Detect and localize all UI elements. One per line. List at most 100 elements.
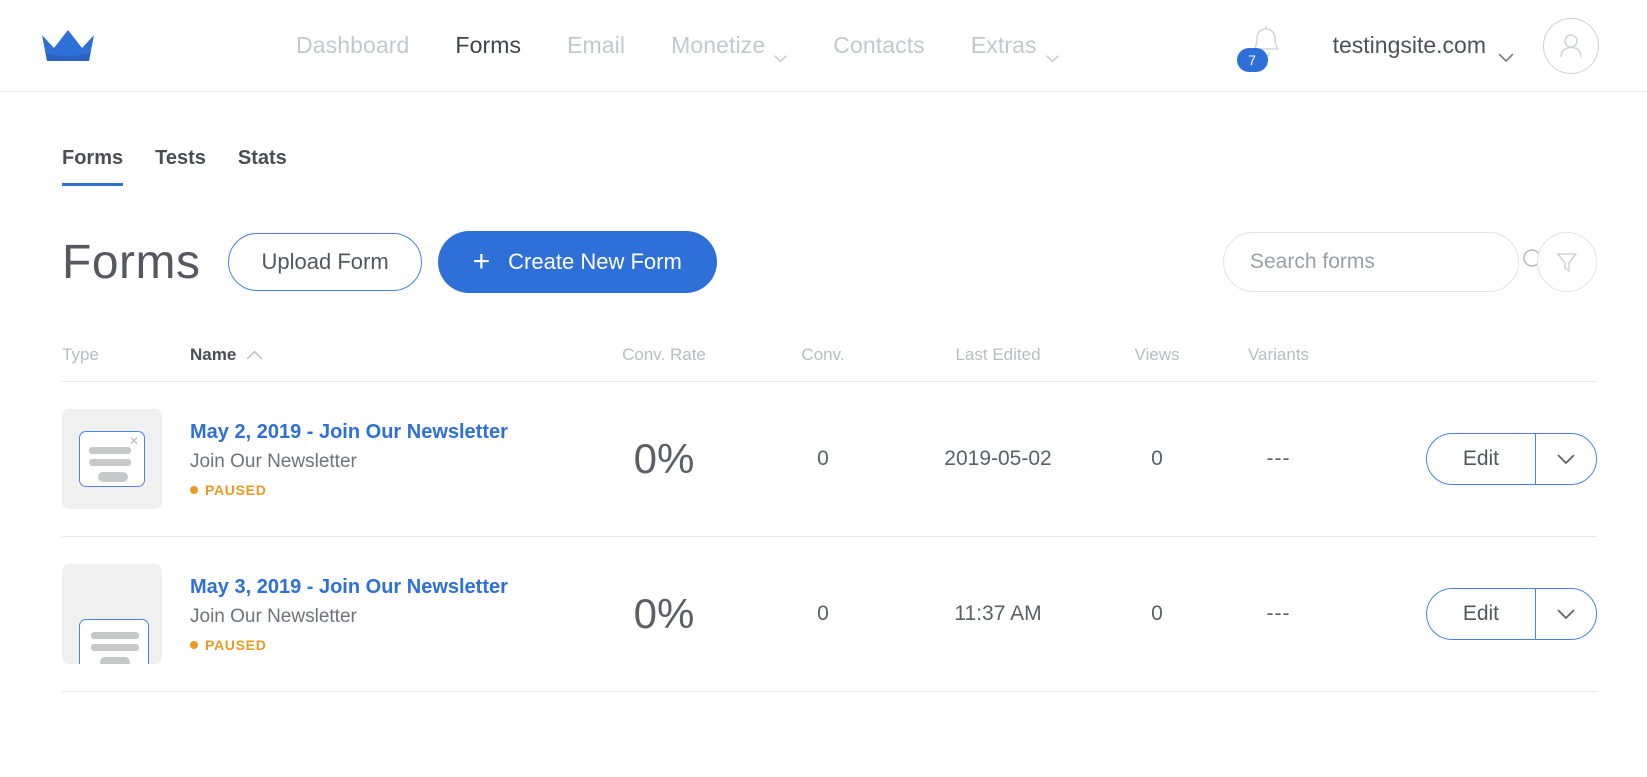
header-actions: 7 testingsite.com [1236, 17, 1599, 74]
views-cell: 0 [1151, 602, 1163, 625]
thumbnail-card [79, 619, 149, 664]
tab-label: Stats [237, 147, 287, 169]
edit-dropdown-button[interactable] [1535, 433, 1597, 485]
column-header-conv[interactable]: Conv. [748, 345, 898, 365]
nav-label: Forms [455, 32, 522, 58]
last-edited-cell: 2019-05-02 [944, 447, 1052, 470]
page-title: Forms [62, 235, 201, 289]
edit-split-button: Edit [1425, 433, 1597, 485]
user-icon [1560, 33, 1582, 57]
form-subtitle: Join Our Newsletter [190, 450, 357, 472]
crown-logo-icon[interactable] [40, 26, 96, 66]
nav-item-dashboard[interactable]: Dashboard [296, 32, 409, 59]
chevron-down-icon [774, 42, 787, 62]
column-header-type[interactable]: Type [62, 345, 190, 365]
thumbnail-line [89, 459, 131, 466]
search-input[interactable] [1250, 250, 1521, 274]
variants-cell: --- [1266, 447, 1291, 470]
chevron-down-icon [1045, 42, 1059, 62]
upload-form-button[interactable]: Upload Form [228, 233, 422, 291]
edit-button[interactable]: Edit [1425, 433, 1535, 485]
nav-label: Monetize [671, 32, 766, 58]
conv-cell: 0 [817, 602, 829, 625]
close-icon: ✕ [128, 434, 139, 448]
table-header-row: Type Name Conv. Rate Conv. Last Edited V… [62, 345, 1597, 382]
form-type-cell: ✕ [62, 409, 190, 509]
plus-icon: + [472, 245, 491, 278]
conv-cell: 0 [817, 447, 829, 470]
views-cell: 0 [1151, 447, 1163, 470]
site-name-label: testingsite.com [1332, 32, 1486, 58]
thumbnail-line [91, 644, 139, 651]
search-area [1223, 232, 1597, 292]
thumbnail-button [100, 657, 130, 664]
edit-dropdown-button[interactable] [1535, 588, 1597, 640]
app-header: Dashboard Forms Email Monetize Contacts … [0, 0, 1647, 92]
form-subtitle: Join Our Newsletter [190, 605, 357, 627]
chevron-down-icon [1557, 454, 1575, 465]
tab-label: Forms [62, 147, 124, 169]
tab-tests[interactable]: Tests [155, 147, 206, 186]
variants-cell: --- [1266, 602, 1291, 625]
nav-item-forms[interactable]: Forms [455, 32, 521, 59]
form-name-cell: May 2, 2019 - Join Our Newsletter Join O… [190, 421, 580, 498]
tab-stats[interactable]: Stats [238, 147, 287, 186]
tab-forms[interactable]: Forms [62, 147, 124, 186]
nav-item-monetize[interactable]: Monetize [671, 32, 787, 62]
table-row[interactable]: May 3, 2019 - Join Our Newsletter Join O… [62, 537, 1597, 692]
row-actions-cell: Edit [1341, 588, 1597, 640]
column-header-conv-rate[interactable]: Conv. Rate [580, 345, 748, 365]
nav-item-extras[interactable]: Extras [970, 32, 1059, 62]
tab-label: Tests [155, 147, 206, 169]
create-new-form-button[interactable]: + Create New Form [437, 231, 717, 293]
status-badge: PAUSED [190, 637, 580, 653]
form-type-cell [62, 564, 190, 664]
avatar[interactable] [1543, 17, 1599, 74]
thumbnail-card: ✕ [79, 431, 145, 487]
filter-icon [1557, 253, 1577, 272]
nav-label: Email [567, 32, 626, 58]
create-new-form-label: Create New Form [508, 249, 682, 274]
nav-label: Extras [970, 32, 1037, 58]
status-badge: PAUSED [190, 482, 580, 498]
column-header-variants[interactable]: Variants [1216, 345, 1341, 365]
form-name-cell: May 3, 2019 - Join Our Newsletter Join O… [190, 576, 580, 653]
sort-ascending-icon [246, 345, 263, 365]
nav-item-contacts[interactable]: Contacts [833, 32, 925, 59]
table-row[interactable]: ✕ May 2, 2019 - Join Our Newsletter Join… [62, 382, 1597, 537]
filter-button[interactable] [1537, 232, 1597, 292]
nav-item-email[interactable]: Email [567, 32, 625, 59]
thumbnail-line [91, 632, 139, 639]
nav-label: Contacts [833, 32, 925, 58]
conv-rate-cell: 0% [633, 590, 695, 637]
last-edited-cell: 11:37 AM [954, 602, 1042, 625]
column-header-name[interactable]: Name [190, 345, 580, 365]
status-dot-icon [190, 640, 198, 649]
column-header-views[interactable]: Views [1098, 345, 1216, 365]
popup-form-thumbnail: ✕ [62, 409, 162, 509]
conv-rate-cell: 0% [633, 435, 695, 482]
forms-table: Type Name Conv. Rate Conv. Last Edited V… [0, 345, 1647, 692]
status-label: PAUSED [205, 636, 267, 653]
edit-split-button: Edit [1425, 588, 1597, 640]
upload-form-label: Upload Form [261, 249, 389, 274]
chevron-down-icon [1498, 42, 1514, 62]
section-tabs: Forms Tests Stats [0, 92, 1647, 186]
site-selector[interactable]: testingsite.com [1332, 32, 1514, 62]
edit-button[interactable]: Edit [1425, 588, 1535, 640]
notifications-button[interactable]: 7 [1236, 23, 1289, 72]
thumbnail-line [89, 447, 131, 454]
column-header-last-edited[interactable]: Last Edited [898, 345, 1098, 365]
form-name-link[interactable]: May 3, 2019 - Join Our Newsletter [190, 576, 580, 599]
form-name-link[interactable]: May 2, 2019 - Join Our Newsletter [190, 421, 580, 444]
search-box[interactable] [1223, 232, 1546, 292]
page-header: Forms Upload Form + Create New Form [0, 186, 1647, 293]
row-actions-cell: Edit [1341, 433, 1597, 485]
bar-form-thumbnail [62, 564, 162, 664]
chevron-down-icon [1557, 609, 1575, 620]
status-label: PAUSED [205, 481, 267, 498]
main-navigation: Dashboard Forms Email Monetize Contacts … [296, 32, 1059, 62]
nav-label: Dashboard [296, 32, 410, 58]
notification-count-badge: 7 [1236, 47, 1268, 72]
column-header-name-label: Name [190, 345, 237, 364]
